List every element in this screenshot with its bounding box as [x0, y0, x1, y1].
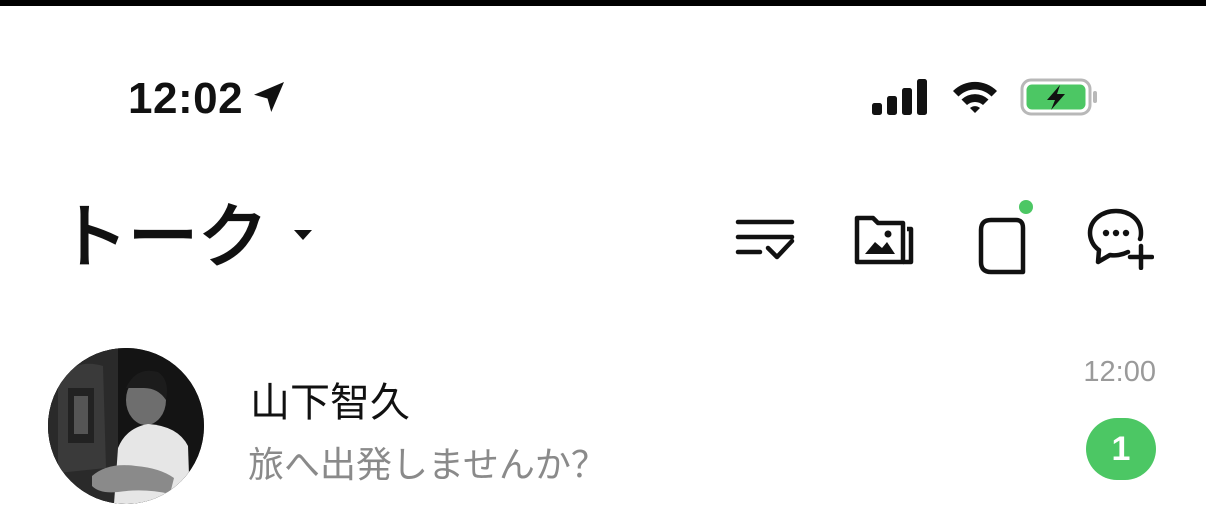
- talk-title-dropdown[interactable]: トーク: [58, 196, 314, 278]
- talk-screen: 12:02 トーク 山下智久 旅へ出発しませんか？ 12:00 1: [0, 0, 1206, 526]
- sort-checklist-icon: [734, 210, 798, 270]
- avatar[interactable]: [48, 348, 204, 504]
- caret-down-icon: [292, 227, 314, 247]
- page-title: トーク: [58, 196, 268, 278]
- location-arrow-icon: [251, 79, 287, 119]
- status-bar-left: 12:02: [128, 74, 287, 124]
- notification-dot: [1019, 200, 1033, 214]
- new-chat-button[interactable]: [1080, 200, 1160, 280]
- status-bar-right: [872, 78, 1100, 120]
- photo-folder-button[interactable]: [844, 200, 924, 280]
- status-time: 12:02: [128, 74, 244, 123]
- chat-list-item[interactable]: 山下智久 旅へ出発しませんか？ 12:00 1: [0, 330, 1206, 510]
- header-actions: [688, 200, 1160, 280]
- wifi-icon: [950, 79, 1000, 119]
- sort-checklist-button[interactable]: [726, 200, 806, 280]
- battery-charging-icon: [1020, 77, 1100, 121]
- chat-preview: 旅へ出発しませんか？: [248, 445, 607, 486]
- new-chat-icon: [1086, 206, 1155, 274]
- top-border: [0, 0, 1206, 6]
- unread-count-badge: 1: [1086, 418, 1156, 480]
- openchat-icon: [970, 200, 1034, 280]
- chat-timestamp: 12:00: [1083, 356, 1156, 388]
- openchat-button[interactable]: [962, 200, 1042, 280]
- photo-folder-icon: [853, 208, 915, 272]
- cellular-signal-icon: [872, 79, 930, 119]
- chat-name: 山下智久: [250, 380, 410, 426]
